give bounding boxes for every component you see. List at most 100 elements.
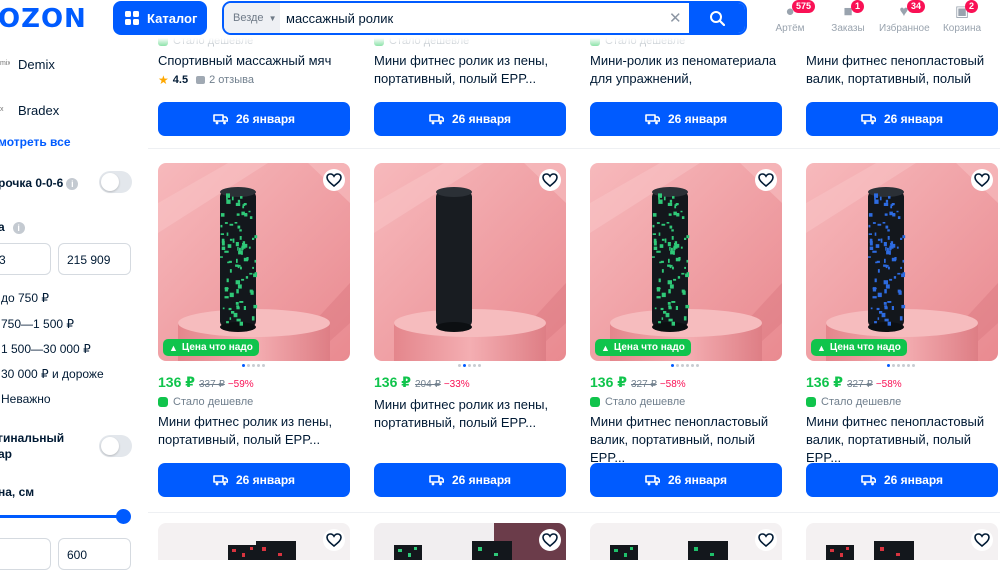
product-card[interactable]: 136 ₽ 204 ₽ −33% Мини фитнес ролик из пены,…	[374, 163, 566, 503]
header-profile[interactable]: ● 575 Артём	[765, 0, 816, 34]
good-price-text: Цена что надо	[829, 342, 901, 353]
favorite-button[interactable]	[971, 529, 993, 551]
product-title[interactable]: Мини фитнес пенопластовый валик, портати…	[590, 413, 782, 467]
carousel-dot[interactable]	[261, 364, 265, 367]
product-title[interactable]: Мини-ролик из пеноматериала для упражнен…	[590, 52, 782, 88]
carousel-dot[interactable]	[897, 364, 900, 367]
favorite-button[interactable]	[755, 169, 777, 191]
carousel-dot[interactable]	[457, 364, 461, 367]
product-title[interactable]: Мини фитнес пенопластовый валик, портати…	[806, 413, 998, 467]
show-all-brands-link[interactable]: мотреть все	[0, 135, 71, 149]
favorite-button[interactable]	[971, 169, 993, 191]
heart-icon	[758, 173, 774, 187]
image-carousel-dots[interactable]	[671, 364, 699, 368]
current-price: 136 ₽	[590, 374, 627, 390]
delivery-date-button[interactable]: 26 января	[590, 463, 782, 497]
delivery-date-button[interactable]: 26 января	[158, 102, 350, 136]
delivery-date-button[interactable]: 26 января	[806, 463, 998, 497]
price-from-input[interactable]: 3	[0, 243, 51, 275]
favorite-button[interactable]	[539, 529, 561, 551]
price-option[interactable]: 30 000 ₽ и дороже	[1, 367, 104, 381]
product-image[interactable]	[590, 523, 782, 560]
product-card[interactable]: ▲ Цена что надо 136 ₽ 337 ₽ −59% Стало дешевл…	[158, 163, 350, 503]
length-slider-handle[interactable]	[116, 509, 131, 524]
carousel-dot[interactable]	[902, 364, 905, 367]
price-line: 136 ₽ 204 ₽ −33%	[374, 374, 470, 391]
delivery-date: 26 января	[452, 112, 511, 126]
product-card[interactable]: ▲ Цена что надо 136 ₽ 327 ₽ −58% Стало дешевл…	[806, 163, 998, 503]
product-image[interactable]: ▲ Цена что надо	[158, 163, 350, 361]
brand-filter-bradex[interactable]: x Bradex	[0, 98, 59, 122]
price-option[interactable]: 750—1 500 ₽	[1, 317, 74, 331]
product-card[interactable]	[158, 523, 350, 560]
carousel-dot[interactable]	[467, 364, 471, 367]
delivery-date-button[interactable]: 26 января	[374, 102, 566, 136]
product-image[interactable]	[806, 523, 998, 560]
product-title[interactable]: Мини фитнес ролик из пены, портативный, …	[374, 396, 566, 432]
search-input[interactable]: массажный ролик	[286, 11, 393, 26]
reviews-count[interactable]: 2 отзыва	[209, 74, 254, 86]
image-carousel-dots[interactable]	[887, 364, 915, 368]
delivery-date-button[interactable]: 26 января	[158, 463, 350, 497]
carousel-dot[interactable]	[887, 364, 890, 367]
search-button[interactable]	[689, 3, 745, 33]
favorite-button[interactable]	[755, 529, 777, 551]
favorite-button[interactable]	[323, 529, 345, 551]
product-image[interactable]	[374, 523, 566, 560]
header-orders[interactable]: ■ 1 Заказы	[823, 0, 873, 34]
carousel-dot[interactable]	[681, 364, 684, 367]
carousel-dot[interactable]	[256, 364, 260, 367]
catalog-button[interactable]: Каталог	[113, 1, 207, 35]
favorite-button[interactable]	[323, 169, 345, 191]
carousel-dot[interactable]	[686, 364, 689, 367]
length-slider-track[interactable]	[0, 515, 124, 518]
product-title[interactable]: Мини фитнес пенопластовый валик, портати…	[806, 52, 998, 88]
clear-icon[interactable]: ✕	[669, 9, 682, 27]
header-favorites[interactable]: ♥ 34 Избранное	[879, 0, 930, 34]
carousel-dot[interactable]	[696, 364, 699, 367]
installment-toggle[interactable]	[99, 171, 132, 193]
price-option[interactable]: 1 500—30 000 ₽	[1, 342, 91, 356]
product-title[interactable]: Мини фитнес ролик из пены, портативный, …	[374, 52, 566, 88]
brand-filter-demix[interactable]: mix Demix	[0, 52, 55, 76]
product-image[interactable]: ▲ Цена что надо	[590, 163, 782, 361]
search-scope-select[interactable]: Везде ▼	[224, 3, 280, 33]
carousel-dot[interactable]	[676, 364, 679, 367]
carousel-dot[interactable]	[251, 364, 255, 367]
info-icon[interactable]: i	[66, 178, 79, 190]
product-card[interactable]: ▲ Цена что надо 136 ₽ 327 ₽ −58% Стало дешевл…	[590, 163, 782, 503]
length-from-input[interactable]	[0, 538, 51, 570]
favorite-button[interactable]	[539, 169, 561, 191]
product-image[interactable]	[158, 523, 350, 560]
info-icon[interactable]: i	[12, 222, 25, 234]
carousel-dot[interactable]	[671, 364, 674, 367]
image-carousel-dots[interactable]	[241, 364, 265, 368]
search-icon	[710, 11, 725, 26]
image-carousel-dots[interactable]	[457, 364, 481, 368]
carousel-dot[interactable]	[462, 364, 466, 367]
carousel-dot[interactable]	[477, 364, 481, 367]
original-toggle[interactable]	[99, 435, 132, 457]
carousel-dot[interactable]	[907, 364, 910, 367]
header-cart[interactable]: ▣ 2 Корзина	[937, 0, 987, 34]
carousel-dot[interactable]	[892, 364, 895, 367]
carousel-dot[interactable]	[912, 364, 915, 367]
product-card[interactable]	[590, 523, 782, 560]
ozon-logo[interactable]: OZON	[0, 4, 87, 34]
delivery-date-button[interactable]: 26 января	[374, 463, 566, 497]
product-image[interactable]	[374, 163, 566, 361]
price-option[interactable]: Неважно	[1, 392, 51, 406]
product-image[interactable]: ▲ Цена что надо	[806, 163, 998, 361]
carousel-dot[interactable]	[472, 364, 476, 367]
carousel-dot[interactable]	[691, 364, 694, 367]
product-title[interactable]: Мини фитнес ролик из пены, портативный, …	[158, 413, 350, 449]
product-card[interactable]	[374, 523, 566, 560]
price-option[interactable]: до 750 ₽	[1, 291, 49, 305]
carousel-dot[interactable]	[241, 364, 245, 367]
delivery-date-button[interactable]: 26 января	[590, 102, 782, 136]
delivery-date-button[interactable]: 26 января	[806, 102, 998, 136]
length-to-input[interactable]: 600	[58, 538, 131, 570]
price-to-input[interactable]: 215 909	[58, 243, 131, 275]
carousel-dot[interactable]	[246, 364, 250, 367]
product-card[interactable]	[806, 523, 998, 560]
